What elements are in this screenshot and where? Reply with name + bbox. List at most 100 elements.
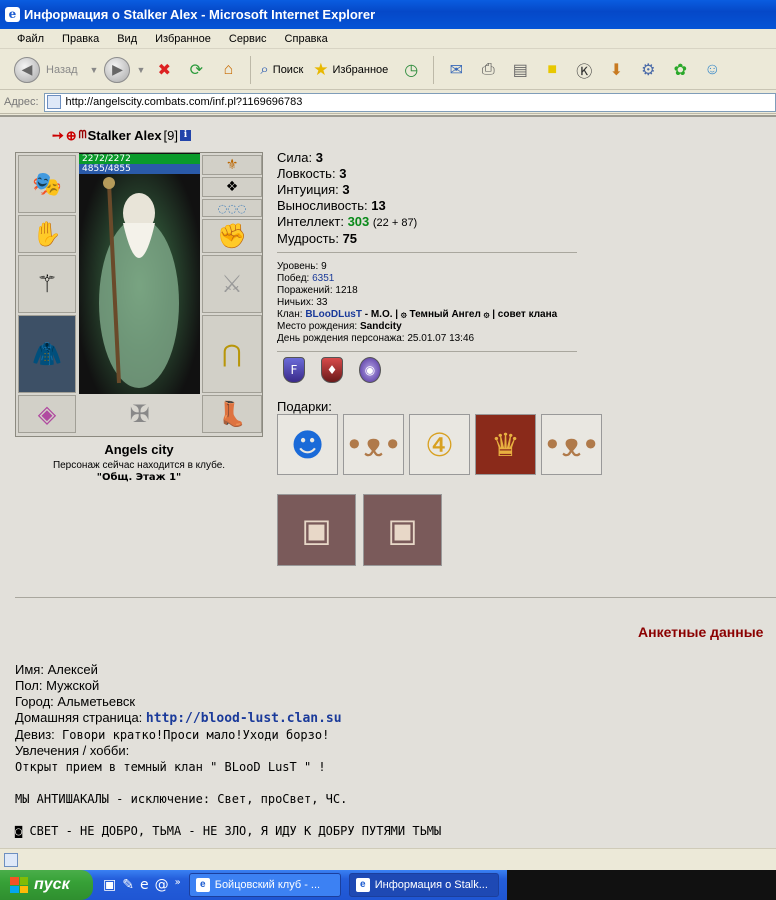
badge-orb-icon[interactable]: ◉ bbox=[359, 357, 381, 383]
page-content: ➙ ⊕ ᗰ Stalker Alex [9] i 🎭 ✋ ⚚ 🧥 ◈ 2272/… bbox=[0, 115, 776, 848]
media-icon[interactable]: ✎ bbox=[122, 877, 134, 893]
clan-emblem-icon[interactable]: ⊕ bbox=[66, 128, 77, 144]
address-input[interactable]: http://angelscity.combats.com/inf.pl?116… bbox=[43, 92, 776, 112]
print-icon[interactable]: ⎙ bbox=[475, 57, 501, 83]
stat-agility: Ловкость: 3 bbox=[277, 166, 347, 181]
gift-teddy-bear-icon[interactable]: ʕ•ᴥ•ʔ bbox=[343, 414, 404, 475]
stop-icon[interactable]: ✖ bbox=[151, 57, 177, 83]
divider bbox=[15, 597, 776, 598]
align-icon: ᗰ bbox=[78, 129, 87, 141]
amulet-slot-icon[interactable]: ⚜ bbox=[202, 155, 262, 175]
gloves-slot-icon[interactable]: ✋ bbox=[18, 215, 76, 253]
task-fight-club[interactable]: e Бойцовский клуб - ... bbox=[188, 873, 341, 897]
wins-row: Побед: 6351 bbox=[277, 273, 335, 284]
back-button-label[interactable]: Назад bbox=[46, 64, 78, 76]
stat-intuition: Интуиция: 3 bbox=[277, 182, 350, 197]
browser-toolbar: ◀ Назад ▼ ▶ ▼ ✖ ⟳ ⌂ ⌕ Поиск ★ Избранное … bbox=[0, 50, 776, 90]
homepage-link[interactable]: http://blood-lust.clan.su bbox=[146, 711, 342, 726]
anketa-title: Анкетные данные bbox=[638, 624, 764, 640]
task-info-window[interactable]: e Информация о Stalk... bbox=[348, 873, 499, 897]
helmet-slot-icon[interactable]: 🎭 bbox=[18, 155, 76, 213]
character-avatar: 2272/2272 4855/4855 bbox=[79, 153, 200, 394]
badges-row: F ♦ ◉ bbox=[283, 357, 381, 383]
menu-file[interactable]: Файл bbox=[8, 33, 53, 45]
profile-hobby-label: Увлечения / хобби: bbox=[15, 743, 130, 758]
profile-motto-row: Девиз: Говори кратко!Проси мало!Уходи бо… bbox=[15, 727, 330, 742]
stats-panel: Сила: 3 Ловкость: 3 Интуиция: 3 Вынослив… bbox=[277, 150, 417, 247]
home-icon[interactable]: ⌂ bbox=[215, 57, 241, 83]
favorites-button-label: Избранное bbox=[332, 63, 389, 76]
search-button[interactable]: ⌕ Поиск bbox=[260, 61, 303, 78]
clan-row: Клан: BLooDLusT - M.O. | ۞ Темный Ангел … bbox=[277, 309, 558, 320]
gift-book-icon[interactable]: ▣ bbox=[277, 494, 356, 566]
private-message-icon[interactable]: ➙ bbox=[52, 127, 64, 144]
favorites-button[interactable]: ★ Избранное bbox=[313, 60, 388, 80]
address-url: http://angelscity.combats.com/inf.pl?116… bbox=[65, 96, 303, 108]
gift-banner-icon[interactable]: ♛ bbox=[475, 414, 536, 475]
room-name: "Общ. Этаж 1" bbox=[96, 472, 182, 483]
messenger-icon[interactable]: ☺ bbox=[699, 57, 725, 83]
badge-shield-icon[interactable]: ♦ bbox=[321, 357, 343, 383]
belt-slot-icon[interactable]: ◈ bbox=[18, 395, 76, 433]
cloak-slot-icon[interactable]: 🧥 bbox=[18, 315, 76, 393]
tools-icon[interactable]: ⚙ bbox=[635, 57, 661, 83]
losses-row: Поражений: 1218 bbox=[277, 285, 358, 296]
menu-bar: Файл Правка Вид Избранное Сервис Справка bbox=[0, 29, 776, 49]
birthday-row: День рождения персонажа: 25.01.07 13:46 bbox=[277, 333, 475, 344]
gauntlets-slot-icon[interactable]: ✊ bbox=[202, 219, 262, 253]
character-name-row: ➙ ⊕ ᗰ Stalker Alex [9] i bbox=[52, 127, 192, 144]
gifts-label: Подарки: bbox=[277, 399, 332, 414]
stat-intellect: Интеллект: 303 (22 + 87) bbox=[277, 214, 418, 229]
k-icon[interactable]: Ⓚ bbox=[571, 57, 597, 83]
mail-icon[interactable]: ✉ bbox=[443, 57, 469, 83]
desktop-icon[interactable]: ▣ bbox=[103, 877, 116, 893]
info-icon[interactable]: i bbox=[180, 130, 192, 141]
download-icon[interactable]: ⬇ bbox=[603, 57, 629, 83]
sword-slot-icon[interactable]: ⚔ bbox=[202, 255, 262, 313]
hobby-line: МЫ АНТИШАКАЛЫ - исключение: Свет, проСве… bbox=[15, 792, 348, 806]
gift-smiley-icon[interactable]: ☻ bbox=[277, 414, 338, 475]
forward-dropdown-icon[interactable]: ▼ bbox=[136, 65, 145, 75]
window-title: Информация о Stalker Alex - Microsoft In… bbox=[24, 7, 376, 22]
mail-quicklaunch-icon[interactable]: @ bbox=[155, 877, 169, 893]
history-icon[interactable]: ◷ bbox=[398, 57, 424, 83]
back-dropdown-icon[interactable]: ▼ bbox=[90, 65, 99, 75]
menu-view[interactable]: Вид bbox=[108, 33, 146, 45]
star-icon: ★ bbox=[313, 59, 329, 79]
icq-flower-icon[interactable]: ✿ bbox=[667, 57, 693, 83]
menu-help[interactable]: Справка bbox=[276, 33, 337, 45]
location-text: Персонаж сейчас находится в клубе. bbox=[52, 460, 226, 471]
gift-book-icon[interactable]: ▣ bbox=[363, 494, 442, 566]
gift-medal-icon[interactable]: ④ bbox=[409, 414, 470, 475]
pants-slot-icon[interactable]: ⋂ bbox=[202, 315, 262, 393]
character-doll: 🎭 ✋ ⚚ 🧥 ◈ 2272/2272 4855/4855 ⚜ ❖ ◌◌◌ ✊ … bbox=[15, 152, 263, 437]
toolbar-separator bbox=[250, 55, 252, 84]
edit-icon[interactable]: ▤ bbox=[507, 57, 533, 83]
chevron-icon[interactable]: » bbox=[175, 877, 181, 893]
gift-teddy-bear-icon[interactable]: ʕ•ᴥ•ʔ bbox=[541, 414, 602, 475]
stat-endurance: Выносливость: 13 bbox=[277, 198, 386, 213]
boots-slot-icon[interactable]: 👢 bbox=[202, 395, 262, 433]
draws-row: Ничьих: 33 bbox=[277, 297, 328, 308]
badge-f-icon[interactable]: F bbox=[283, 357, 305, 383]
menu-edit[interactable]: Правка bbox=[53, 33, 108, 45]
start-label: пуск bbox=[34, 876, 70, 893]
divider bbox=[277, 351, 577, 352]
staff-slot-icon[interactable]: ⚚ bbox=[18, 255, 76, 313]
menu-favorites[interactable]: Избранное bbox=[146, 33, 220, 45]
ie-quicklaunch-icon[interactable]: e bbox=[140, 877, 149, 893]
note-icon[interactable]: ■ bbox=[539, 57, 565, 83]
necklace-slot-icon[interactable]: ❖ bbox=[202, 177, 262, 197]
clan-link[interactable]: BLooDLusT bbox=[305, 309, 362, 320]
toolbar-separator bbox=[433, 55, 435, 84]
back-icon[interactable]: ◀ bbox=[14, 56, 40, 83]
menu-tools[interactable]: Сервис bbox=[220, 33, 276, 45]
address-bar: Адрес: http://angelscity.combats.com/inf… bbox=[0, 91, 776, 114]
forward-icon[interactable]: ▶ bbox=[104, 56, 131, 83]
ie-icon: e bbox=[5, 7, 20, 22]
rings-slot-icon[interactable]: ◌◌◌ bbox=[202, 199, 262, 217]
search-icon: ⌕ bbox=[260, 61, 269, 78]
window-titlebar[interactable]: e Информация о Stalker Alex - Microsoft … bbox=[0, 0, 776, 29]
start-button[interactable]: пуск bbox=[0, 870, 93, 900]
refresh-icon[interactable]: ⟳ bbox=[183, 57, 209, 83]
